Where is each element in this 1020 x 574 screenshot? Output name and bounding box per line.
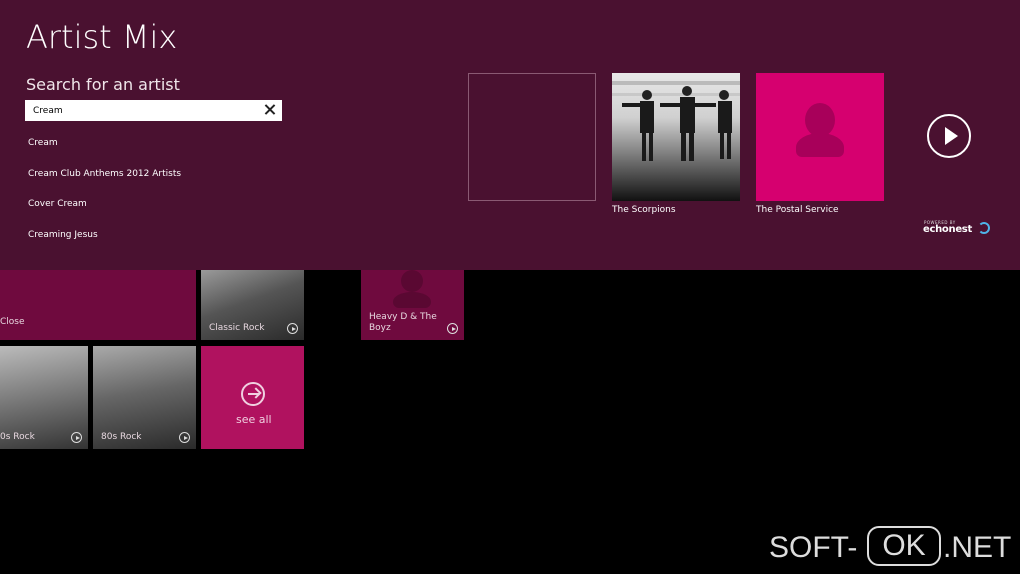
watermark-text: SOFT- — [769, 531, 858, 564]
suggestion-item[interactable]: Cream — [28, 138, 58, 148]
see-all-label: see all — [236, 413, 272, 426]
heavy-d-tile[interactable]: Heavy D & The Boyz — [361, 270, 464, 340]
classic-rock-tile[interactable]: Classic Rock — [201, 270, 304, 340]
see-all-tile[interactable]: see all — [201, 346, 304, 449]
search-box — [25, 100, 282, 121]
play-icon[interactable] — [287, 323, 298, 334]
suggestion-item[interactable]: Cover Cream — [28, 199, 87, 209]
person-silhouette-icon — [805, 103, 835, 137]
artist-name[interactable]: The Scorpions — [612, 205, 676, 215]
empty-artist-slot[interactable] — [468, 73, 596, 201]
arrow-right-circle-icon — [241, 382, 265, 406]
seventies-rock-tile[interactable]: 0s Rock — [0, 346, 88, 449]
play-icon[interactable] — [179, 432, 190, 443]
play-icon[interactable] — [447, 323, 458, 334]
close-tile[interactable]: Close — [0, 270, 196, 340]
close-tile-label: Close — [0, 317, 25, 327]
play-icon[interactable] — [71, 432, 82, 443]
eighties-rock-tile[interactable]: 80s Rock — [93, 346, 196, 449]
suggestion-item[interactable]: Cream Club Anthems 2012 Artists — [28, 169, 181, 179]
eighties-rock-label: 80s Rock — [101, 432, 142, 442]
echonest-icon — [978, 222, 990, 234]
classic-rock-label: Classic Rock — [209, 323, 265, 333]
watermark-text: .NET — [943, 531, 1012, 564]
artist-mix-panel: Artist Mix Search for an artist Cream Cr… — [0, 0, 1020, 270]
watermark-text: OK — [867, 526, 941, 566]
suggestion-item[interactable]: Creaming Jesus — [28, 230, 98, 240]
band-photo-image — [612, 81, 740, 161]
search-input[interactable] — [25, 100, 255, 121]
echonest-logo: POWERED BY echonest — [923, 220, 993, 240]
page-title: Artist Mix — [26, 18, 178, 56]
artist-name[interactable]: The Postal Service — [756, 205, 839, 215]
search-label: Search for an artist — [26, 75, 180, 94]
clear-icon[interactable] — [262, 102, 278, 118]
artist-image-postal-service[interactable] — [756, 73, 884, 201]
watermark: SOFT- OK .NET — [765, 523, 1015, 571]
heavy-d-label: Heavy D & The Boyz — [369, 312, 437, 333]
echonest-brand: echonest — [923, 224, 972, 235]
play-icon[interactable] — [927, 114, 971, 158]
seventies-rock-label: 0s Rock — [0, 432, 35, 442]
person-body-shape — [796, 133, 844, 157]
artist-image-scorpions[interactable] — [612, 73, 740, 201]
person-silhouette-icon — [401, 270, 423, 292]
person-body-shape — [393, 292, 431, 308]
